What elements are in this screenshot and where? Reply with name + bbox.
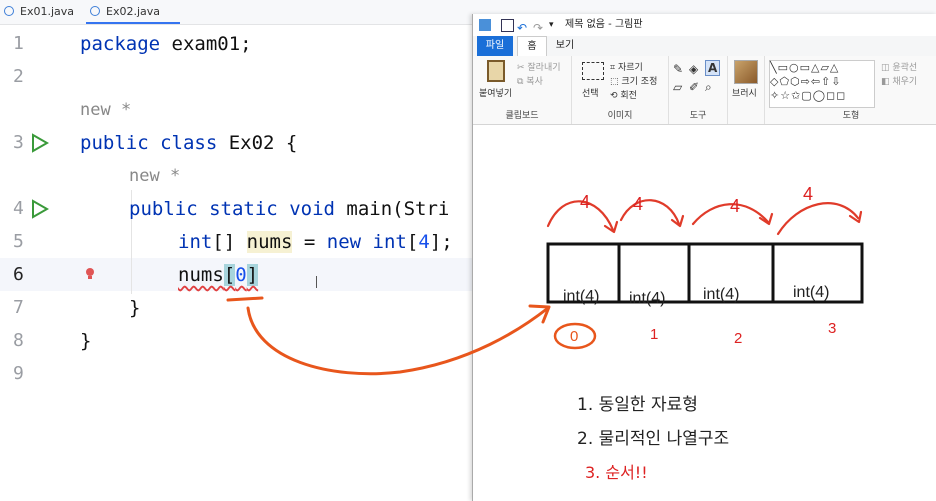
select-icon[interactable] bbox=[582, 62, 604, 80]
paint-title: 제목 없음 - 그림판 bbox=[565, 19, 643, 30]
menu-file[interactable]: 파일 bbox=[477, 36, 513, 56]
outline-button[interactable]: ◫ 윤곽선 bbox=[881, 60, 917, 73]
code-line-5[interactable]: int[] nums = new int[4]; bbox=[178, 231, 453, 253]
code-line-3[interactable]: public class Ex02 { bbox=[80, 132, 297, 154]
resize-label: 크기 조정 bbox=[621, 77, 658, 87]
code-line-1[interactable]: package exam01; bbox=[80, 33, 252, 55]
menu-home[interactable]: 홈 bbox=[517, 36, 547, 56]
arrow-label-2: 4 bbox=[633, 194, 644, 214]
cut-label: 잘라내기 bbox=[527, 63, 561, 73]
rotate-label: 회전 bbox=[620, 91, 637, 101]
ribbon-group-brushes: 브러시 bbox=[728, 56, 765, 124]
paste-button[interactable]: 붙여넣기 bbox=[479, 86, 512, 99]
shapes-group-label: 도형 bbox=[842, 111, 860, 121]
java-class-icon bbox=[4, 6, 14, 16]
text-icon[interactable]: A bbox=[705, 60, 721, 76]
eraser-icon[interactable]: ▱ bbox=[673, 80, 682, 94]
tab-ex01[interactable]: Ex01.java bbox=[0, 0, 98, 24]
quick-access-dropdown-icon[interactable]: ▾ bbox=[549, 14, 554, 36]
array-cell-2: int(4) bbox=[703, 286, 740, 303]
arrow-label-3: 4 bbox=[730, 196, 741, 216]
brush-icon[interactable] bbox=[734, 60, 758, 84]
run-main-icon[interactable] bbox=[31, 199, 49, 219]
ribbon-group-image: 선택 ⌗ 자르기 ⬚ 크기 조정 ⟲ 회전 이미지 bbox=[572, 56, 669, 124]
code-line-7[interactable]: } bbox=[129, 297, 140, 319]
magnifier-icon[interactable]: ⌕ bbox=[705, 80, 712, 95]
index-1: 1 bbox=[650, 326, 659, 343]
outline-label: 윤곽선 bbox=[892, 63, 918, 73]
resize-button[interactable]: ⬚ 크기 조정 bbox=[610, 74, 657, 87]
pencil-icon[interactable]: ✎ bbox=[673, 62, 683, 76]
shapes-gallery[interactable]: ╲▭○▭△▱△ ◇⬠⬡⇨⇦⇧⇩ ✧☆✩▢◯◻◻ bbox=[769, 60, 875, 108]
copy-label: 복사 bbox=[526, 77, 543, 87]
crop-button[interactable]: ⌗ 자르기 bbox=[610, 60, 643, 73]
arrow-label-4: 4 bbox=[803, 184, 814, 204]
arrow-label-1: 4 bbox=[580, 192, 591, 212]
tools-group-label: 도구 bbox=[689, 111, 707, 121]
fill-icon[interactable]: ◈ bbox=[689, 62, 698, 76]
rotate-button[interactable]: ⟲ 회전 bbox=[610, 88, 637, 101]
text-cursor bbox=[316, 276, 317, 288]
brushes-button[interactable]: 브러시 bbox=[732, 86, 757, 99]
paste-icon[interactable] bbox=[487, 60, 505, 82]
select-button[interactable]: 선택 bbox=[582, 86, 599, 99]
tab-label: Ex01.java bbox=[20, 5, 75, 18]
paint-ribbon: 붙여넣기 ✂ 잘라내기 ⧉ 복사 클립보드 선택 ⌗ 자르기 ⬚ 크기 조정 ⟲… bbox=[473, 56, 936, 125]
code-line-4[interactable]: public static void main(Stri bbox=[129, 198, 449, 220]
run-class-icon[interactable] bbox=[31, 133, 49, 153]
color-picker-icon[interactable]: ✐ bbox=[689, 80, 699, 94]
fill-label: 채우기 bbox=[892, 77, 918, 87]
error-bulb-icon[interactable] bbox=[84, 266, 96, 282]
tab-ex02[interactable]: Ex02.java bbox=[86, 0, 180, 24]
ribbon-group-shapes: ╲▭○▭△▱△ ◇⬠⬡⇨⇦⇧⇩ ✧☆✩▢◯◻◻ ◫ 윤곽선 ◧ 채우기 도형 bbox=[765, 56, 936, 124]
ribbon-group-tools: ✎ ◈ A ▱ ✐ ⌕ 도구 bbox=[669, 56, 728, 124]
paint-menu-bar: 파일 홈 보기 bbox=[473, 36, 936, 56]
array-cell-0: int(4) bbox=[563, 288, 600, 305]
tab-label: Ex02.java bbox=[106, 5, 161, 18]
fill-shape-button[interactable]: ◧ 채우기 bbox=[881, 74, 917, 87]
arrow-4 bbox=[776, 202, 860, 236]
copy-button[interactable]: ⧉ 복사 bbox=[517, 74, 543, 87]
clipboard-group-label: 클립보드 bbox=[505, 111, 539, 121]
java-class-icon bbox=[90, 6, 100, 16]
array-cell-1: int(4) bbox=[629, 290, 666, 307]
index-2: 2 bbox=[734, 330, 743, 347]
code-line-6[interactable]: nums[0] bbox=[178, 264, 259, 286]
note-1: 1. 동일한 자료형 bbox=[577, 395, 698, 415]
paint-titlebar: ↶ ↷ ▾ 제목 없음 - 그림판 bbox=[473, 14, 936, 36]
crop-label: 자르기 bbox=[617, 63, 643, 73]
inlay-hint-author: new * bbox=[80, 100, 132, 120]
cut-button[interactable]: ✂ 잘라내기 bbox=[517, 60, 561, 73]
paint-canvas[interactable]: int(4) int(4) int(4) int(4) 4 4 4 4 0 1 … bbox=[473, 126, 936, 501]
note-2: 2. 물리적인 나열구조 bbox=[577, 429, 730, 449]
note-3: 3. 순서!! bbox=[585, 463, 648, 482]
inlay-hint-author: new * bbox=[129, 166, 181, 186]
ribbon-group-clipboard: 붙여넣기 ✂ 잘라내기 ⧉ 복사 클립보드 bbox=[473, 56, 572, 124]
image-group-label: 이미지 bbox=[607, 111, 633, 121]
paint-window: ↶ ↷ ▾ 제목 없음 - 그림판 파일 홈 보기 붙여넣기 ✂ 잘라내기 ⧉ … bbox=[472, 14, 936, 501]
menu-view[interactable]: 보기 bbox=[551, 36, 579, 56]
code-line-8[interactable]: } bbox=[80, 330, 91, 352]
paint-app-icon bbox=[479, 19, 491, 31]
arrow-2 bbox=[619, 199, 681, 226]
array-cell-3: int(4) bbox=[793, 284, 830, 301]
index-0: 0 bbox=[570, 328, 579, 345]
save-icon[interactable] bbox=[501, 19, 514, 32]
index-3: 3 bbox=[828, 320, 837, 337]
